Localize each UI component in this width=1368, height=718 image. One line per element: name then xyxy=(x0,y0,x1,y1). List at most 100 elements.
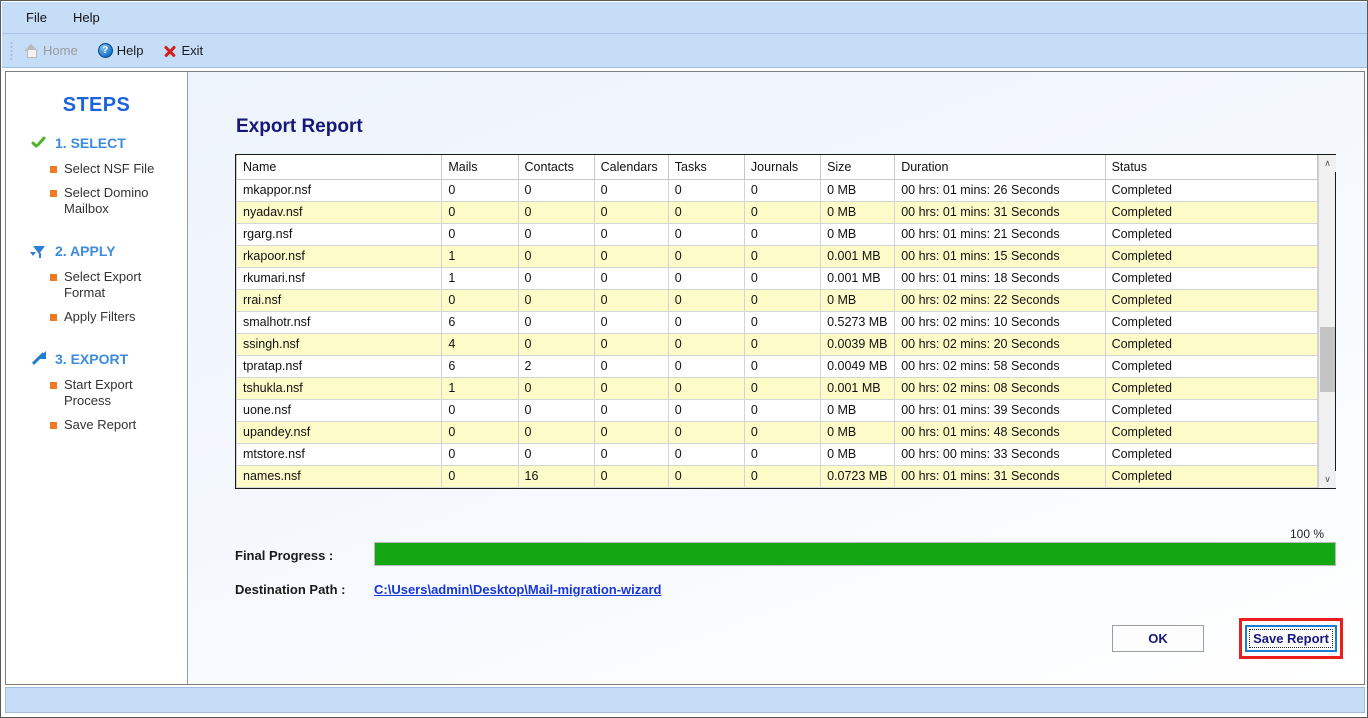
cell-journals: 0 xyxy=(743,200,822,224)
cell-size: 0 MB xyxy=(820,222,896,246)
step-header-export[interactable]: 3. EXPORT xyxy=(6,351,187,367)
column-header-status[interactable]: Status xyxy=(1104,155,1318,180)
save-report-button[interactable]: Save Report xyxy=(1245,625,1337,652)
table-row[interactable]: nyadav.nsf 0 0 0 0 0 0 MB 00 hrs: 01 mins: 31 S… xyxy=(236,200,1318,224)
cell-journals: 0 xyxy=(743,354,822,378)
table-row[interactable]: mtstore.nsf 0 0 0 0 0 0 MB 00 hrs: 00 mins: 33 … xyxy=(236,442,1318,466)
column-header-calendars[interactable]: Calendars xyxy=(593,155,669,180)
table-row[interactable]: uone.nsf 0 0 0 0 0 0 MB 00 hrs: 01 mins: 39 Sec… xyxy=(236,398,1318,422)
table-row[interactable]: rgarg.nsf 0 0 0 0 0 0 MB 00 hrs: 01 mins: 21 Se… xyxy=(236,222,1318,246)
cell-tasks: 0 xyxy=(667,244,745,268)
cell-size: 0.0723 MB xyxy=(820,464,896,488)
cell-journals: 0 xyxy=(743,332,822,356)
cell-tasks: 0 xyxy=(667,464,745,488)
table-row[interactable]: tpratap.nsf 6 2 0 0 0 0.0049 MB 00 hrs: 02 mins… xyxy=(236,354,1318,378)
export-report-table: Name Mails Contacts Calendars Tasks Journals S… xyxy=(235,154,1336,489)
cell-name: rkumari.nsf xyxy=(236,266,443,290)
sidebar-item-start-export-process[interactable]: Start Export Process xyxy=(6,377,187,409)
cell-calendars: 0 xyxy=(593,464,669,488)
column-header-duration[interactable]: Duration xyxy=(894,155,1106,180)
table-row[interactable]: rkumari.nsf 1 0 0 0 0 0.001 MB 00 hrs: 01 mins:… xyxy=(236,266,1318,290)
cell-duration: 00 hrs: 01 mins: 31 Seconds xyxy=(894,464,1106,488)
table-row[interactable]: smalhotr.nsf 6 0 0 0 0 0.5273 MB 00 hrs: 02 min… xyxy=(236,310,1318,334)
cell-status: Completed xyxy=(1104,398,1318,422)
scroll-up-arrow-icon[interactable]: ∧ xyxy=(1319,155,1336,172)
cell-calendars: 0 xyxy=(593,442,669,466)
sidebar-item-select-nsf-file[interactable]: Select NSF File xyxy=(6,161,187,177)
cell-name: names.nsf xyxy=(236,464,443,488)
content-panel: STEPS 1. SELECT Select NSF File Select D… xyxy=(5,71,1365,685)
menu-item-file[interactable]: File xyxy=(16,7,57,28)
cell-contacts: 0 xyxy=(517,222,595,246)
page-title: Export Report xyxy=(236,116,363,137)
progress-percent-label: 100 % xyxy=(1289,527,1324,541)
cell-journals: 0 xyxy=(743,398,822,422)
scrollbar-thumb[interactable] xyxy=(1320,327,1335,392)
step-title-export: 3. EXPORT xyxy=(55,351,129,367)
sidebar-label: Select NSF File xyxy=(64,161,155,176)
cell-journals: 0 xyxy=(743,376,822,400)
scroll-down-arrow-icon[interactable]: ∨ xyxy=(1319,471,1336,488)
cell-name: tpratap.nsf xyxy=(236,354,443,378)
cell-calendars: 0 xyxy=(593,222,669,246)
menu-bar: File Help xyxy=(2,2,1367,34)
table-row[interactable]: rrai.nsf 0 0 0 0 0 0 MB 00 hrs: 02 mins: 22 Sec… xyxy=(236,288,1318,312)
toolbar-button-help[interactable]: ? Help xyxy=(95,41,147,60)
table-row[interactable]: mkappor.nsf 0 0 0 0 0 0 MB 00 hrs: 01 mins: 26 … xyxy=(236,178,1318,202)
cell-size: 0.0039 MB xyxy=(820,332,896,356)
cell-mails: 0 xyxy=(441,442,519,466)
cell-tasks: 0 xyxy=(667,222,745,246)
column-header-journals[interactable]: Journals xyxy=(743,155,822,180)
table-vertical-scrollbar[interactable]: ∧ ∨ xyxy=(1318,155,1336,488)
cell-name: rgarg.nsf xyxy=(236,222,443,246)
save-report-highlight: Save Report xyxy=(1239,618,1343,659)
table-row[interactable]: names.nsf 0 16 0 0 0 0.0723 MB 00 hrs: 01 mins:… xyxy=(236,464,1318,488)
cell-size: 0 MB xyxy=(820,420,896,444)
toolbar-grip xyxy=(10,40,13,61)
column-header-name[interactable]: Name xyxy=(236,155,443,180)
cell-contacts: 0 xyxy=(517,266,595,290)
ok-button[interactable]: OK xyxy=(1112,625,1204,652)
cell-tasks: 0 xyxy=(667,310,745,334)
column-header-tasks[interactable]: Tasks xyxy=(667,155,745,180)
cell-journals: 0 xyxy=(743,178,822,202)
toolbar-button-exit[interactable]: Exit xyxy=(160,42,206,60)
sidebar-item-apply-filters[interactable]: Apply Filters xyxy=(6,309,187,325)
cell-name: mkappor.nsf xyxy=(236,178,443,202)
table-row[interactable]: ssingh.nsf 4 0 0 0 0 0.0039 MB 00 hrs: 02 mins:… xyxy=(236,332,1318,356)
cell-mails: 1 xyxy=(441,376,519,400)
table-row[interactable]: upandey.nsf 0 0 0 0 0 0 MB 00 hrs: 01 mins: 48 … xyxy=(236,420,1318,444)
table-header-row: Name Mails Contacts Calendars Tasks Journals S… xyxy=(236,155,1318,180)
cell-mails: 0 xyxy=(441,398,519,422)
cell-mails: 0 xyxy=(441,288,519,312)
cell-calendars: 0 xyxy=(593,354,669,378)
table-row[interactable]: rkapoor.nsf 1 0 0 0 0 0.001 MB 00 hrs: 01 mins:… xyxy=(236,244,1318,268)
cell-journals: 0 xyxy=(743,288,822,312)
toolbar-button-home[interactable]: Home xyxy=(21,42,81,60)
cell-name: upandey.nsf xyxy=(236,420,443,444)
cell-contacts: 0 xyxy=(517,332,595,356)
cell-mails: 1 xyxy=(441,266,519,290)
column-header-contacts[interactable]: Contacts xyxy=(517,155,595,180)
bullet-icon xyxy=(50,190,57,197)
cell-mails: 6 xyxy=(441,310,519,334)
sidebar-item-select-export-format[interactable]: Select Export Format xyxy=(6,269,187,301)
table-row[interactable]: tshukla.nsf 1 0 0 0 0 0.001 MB 00 hrs: 02 mins:… xyxy=(236,376,1318,400)
sidebar-item-select-domino-mailbox[interactable]: Select Domino Mailbox xyxy=(6,185,187,217)
sidebar-item-save-report[interactable]: Save Report xyxy=(6,417,187,433)
bullet-icon xyxy=(50,422,57,429)
column-header-size[interactable]: Size xyxy=(820,155,896,180)
menu-item-help[interactable]: Help xyxy=(63,7,110,28)
cell-status: Completed xyxy=(1104,288,1318,312)
step-header-select[interactable]: 1. SELECT xyxy=(6,135,187,151)
cell-size: 0.001 MB xyxy=(820,244,896,268)
bullet-icon xyxy=(50,382,57,389)
step-header-apply[interactable]: 2. APPLY xyxy=(6,243,187,259)
cell-tasks: 0 xyxy=(667,354,745,378)
column-header-mails[interactable]: Mails xyxy=(441,155,519,180)
cell-duration: 00 hrs: 02 mins: 22 Seconds xyxy=(894,288,1106,312)
destination-path-link[interactable]: C:\Users\admin\Desktop\Mail-migration-wi… xyxy=(374,582,662,597)
steps-title: STEPS xyxy=(62,94,131,116)
toolbar-exit-label: Exit xyxy=(181,43,204,58)
export-arrow-icon xyxy=(30,351,47,367)
